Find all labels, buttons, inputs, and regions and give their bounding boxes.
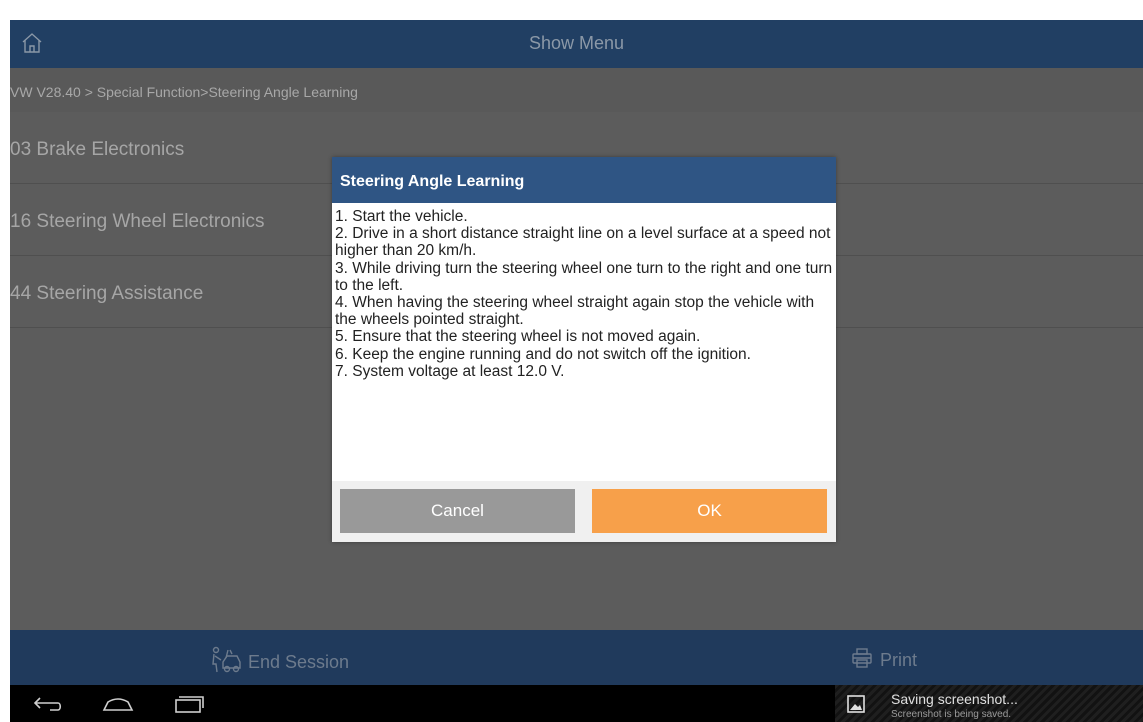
dialog-actions: Cancel OK bbox=[332, 481, 836, 542]
printer-icon bbox=[850, 646, 880, 675]
page-title: Show Menu bbox=[528, 33, 625, 53]
dialog-instructions: 1. Start the vehicle. 2. Drive in a shor… bbox=[332, 203, 836, 481]
instruction-line: 2. Drive in a short distance straight li… bbox=[335, 225, 831, 260]
breadcrumb: VW V28.40 > Special Function>Steering An… bbox=[10, 68, 1143, 112]
end-session-icon bbox=[210, 646, 248, 679]
instruction-line: 6. Keep the engine running and do not sw… bbox=[335, 345, 751, 363]
instruction-line: 4. When having the steering wheel straig… bbox=[335, 294, 815, 329]
notification-subtitle: Screenshot is being saved. bbox=[891, 709, 1012, 720]
end-session-button[interactable]: End Session bbox=[210, 646, 349, 679]
screenshot-notification[interactable]: Saving screenshot... Screenshot is being… bbox=[835, 685, 1143, 722]
back-icon[interactable] bbox=[30, 694, 66, 719]
home-nav-icon[interactable] bbox=[100, 694, 136, 719]
print-button[interactable]: Print bbox=[850, 646, 917, 675]
title-bar: Show Menu bbox=[10, 20, 1143, 68]
instruction-line: 3. While driving turn the steering wheel… bbox=[335, 259, 833, 294]
dialog-title: Steering Angle Learning bbox=[332, 157, 836, 203]
bottom-bar: End Session Print bbox=[10, 630, 1143, 685]
notification-title: Saving screenshot... bbox=[891, 691, 1018, 707]
print-label: Print bbox=[880, 650, 918, 670]
ok-button[interactable]: OK bbox=[592, 489, 827, 533]
instruction-line: 7. System voltage at least 12.0 V. bbox=[335, 362, 565, 380]
instruction-line: 1. Start the vehicle. bbox=[335, 208, 468, 225]
image-icon bbox=[847, 695, 865, 718]
recent-apps-icon[interactable] bbox=[170, 694, 206, 719]
steering-angle-dialog: Steering Angle Learning 1. Start the veh… bbox=[332, 157, 836, 542]
end-session-label: End Session bbox=[248, 652, 350, 672]
system-nav-bar: Saving screenshot... Screenshot is being… bbox=[10, 685, 1143, 722]
instruction-line: 5. Ensure that the steering wheel is not… bbox=[335, 328, 701, 346]
cancel-button[interactable]: Cancel bbox=[340, 489, 575, 533]
